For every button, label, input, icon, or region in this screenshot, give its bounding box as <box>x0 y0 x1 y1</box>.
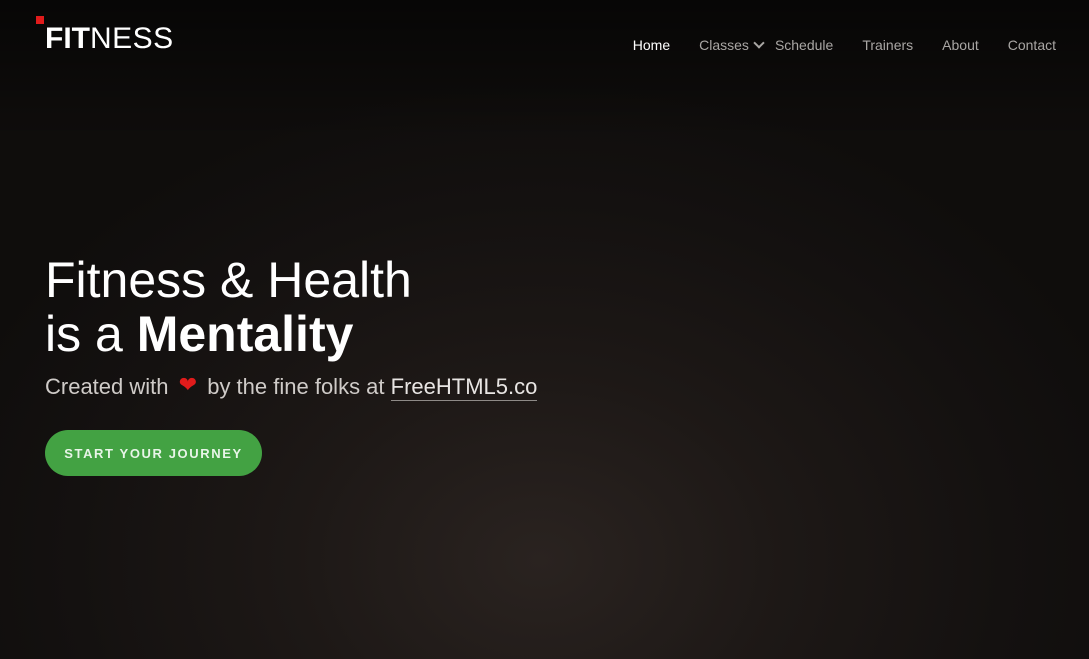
hero-title-line2: is a Mentality <box>45 307 537 361</box>
logo-square-mark <box>36 16 44 24</box>
logo-text: FITNESS <box>45 22 174 56</box>
freehtml5-link[interactable]: FreeHTML5.co <box>390 374 538 401</box>
logo-text-bold: FIT <box>45 22 90 55</box>
hero-title-line2-prefix: is a <box>45 306 137 362</box>
chevron-down-icon <box>753 37 765 49</box>
hero: Fitness & Health is a Mentality Created … <box>45 252 538 476</box>
logo-text-light: NESS <box>90 22 174 55</box>
start-journey-button[interactable]: START YOUR JOURNEY <box>45 430 262 476</box>
hero-subtitle-prefix: Created with <box>45 374 169 399</box>
nav-item-home[interactable]: Home <box>633 36 670 54</box>
nav-item-schedule[interactable]: Schedule <box>775 36 833 54</box>
nav-item-classes[interactable]: Classes <box>699 36 765 54</box>
nav-item-trainers[interactable]: Trainers <box>862 36 913 54</box>
hero-subtitle-middle: by the fine folks at <box>207 374 385 399</box>
page: FITNESS Home Classes Schedule Trainers A… <box>0 0 1089 659</box>
hero-subtitle: Created with ❤ by the fine folks at Free… <box>45 372 538 401</box>
heart-icon: ❤ <box>178 372 198 397</box>
nav-item-classes-label: Classes <box>699 37 749 53</box>
main-nav: Home Classes Schedule Trainers About Con… <box>633 36 1056 54</box>
hero-title-emphasis: Mentality <box>136 306 354 362</box>
hero-title-line1: Fitness & Health <box>45 252 412 308</box>
nav-item-contact[interactable]: Contact <box>1008 36 1056 54</box>
nav-item-about[interactable]: About <box>942 36 979 54</box>
